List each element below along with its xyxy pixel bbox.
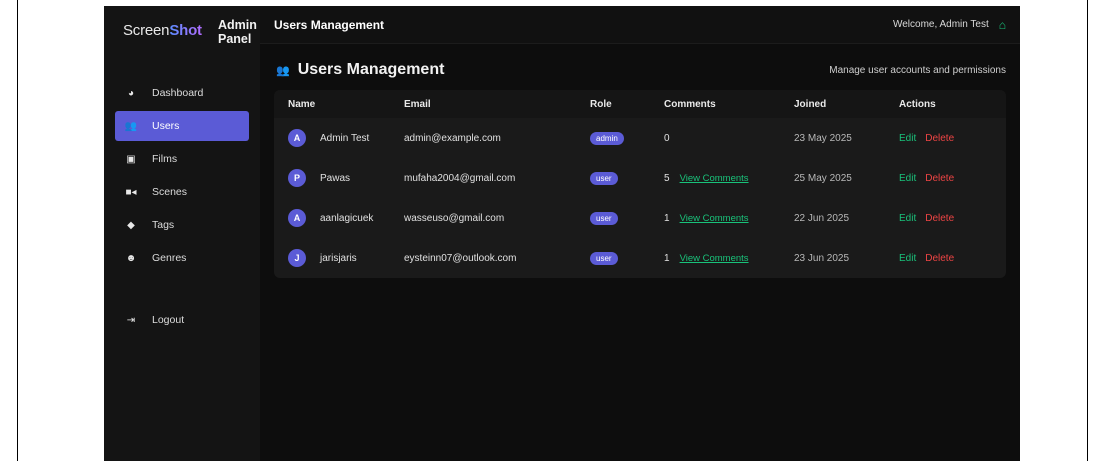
logout-icon: ⇥	[126, 314, 136, 326]
user-name: aanlagicuek	[320, 212, 374, 224]
topbar: Users Management Welcome, Admin Test ⌂	[260, 6, 1020, 44]
sidebar-item-label: Films	[152, 153, 178, 165]
panel-title: Admin Panel	[218, 18, 257, 46]
sidebar-item-label: Dashboard	[152, 87, 204, 99]
table-row: P Pawas mufaha2004@gmail.com user 5 View C…	[274, 158, 1006, 198]
column-header-comments: Comments	[664, 90, 794, 118]
user-name: Pawas	[320, 172, 351, 184]
delete-button[interactable]: Delete	[925, 213, 954, 224]
joined-date: 23 Jun 2025	[794, 252, 850, 264]
video-icon: ■◂	[125, 186, 137, 198]
logout-label: Logout	[152, 314, 185, 326]
view-comments-link[interactable]: View Comments	[680, 213, 749, 224]
delete-button[interactable]: Delete	[925, 253, 954, 264]
user-name: Admin Test	[320, 132, 370, 144]
user-cell: Jjarisjaris	[288, 249, 404, 267]
welcome-text: Welcome, Admin Test	[892, 19, 989, 30]
sidebar-nav: ◕ Dashboard 👥 Users ▣ Films ■◂ Scenes ◆ …	[104, 78, 260, 276]
user-email: mufaha2004@gmail.com	[404, 172, 516, 184]
logo[interactable]: ScreenShot	[123, 22, 202, 39]
page-subtitle: Manage user accounts and permissions	[829, 64, 1006, 76]
sidebar-item-tags[interactable]: ◆ Tags	[115, 210, 249, 240]
joined-date: 25 May 2025	[794, 172, 852, 184]
view-comments-link[interactable]: View Comments	[680, 253, 749, 264]
main-area: Users Management Welcome, Admin Test ⌂ 👥…	[260, 6, 1020, 461]
users-table: Name Email Role Comments Joined Actions …	[274, 90, 1006, 278]
comment-count: 5	[664, 172, 670, 184]
delete-button[interactable]: Delete	[925, 133, 954, 144]
users-table-card: Name Email Role Comments Joined Actions …	[274, 90, 1006, 278]
logout-section: ⇥ Logout	[104, 305, 260, 338]
joined-date: 22 Jun 2025	[794, 212, 850, 224]
admin-app: ScreenShot Admin Panel ◕ Dashboard 👥 Use…	[104, 6, 1020, 461]
user-cell: A Admin Test	[288, 129, 404, 147]
home-icon[interactable]: ⌂	[999, 18, 1006, 32]
user-cell: Aaanlagicuek	[288, 209, 404, 227]
sidebar-item-label: Scenes	[152, 186, 188, 198]
avatar: A	[288, 209, 306, 227]
sidebar-item-dashboard[interactable]: ◕ Dashboard	[115, 78, 249, 108]
welcome-area: Welcome, Admin Test ⌂	[893, 18, 1006, 32]
film-icon: ▣	[126, 153, 136, 165]
comment-count: 1	[664, 212, 670, 224]
edit-button[interactable]: Edit	[899, 133, 916, 144]
column-header-role: Role	[590, 90, 664, 118]
edit-button[interactable]: Edit	[899, 213, 916, 224]
user-cell: P Pawas	[288, 169, 404, 187]
sidebar: ScreenShot Admin Panel ◕ Dashboard 👥 Use…	[104, 6, 260, 461]
column-header-joined: Joined	[794, 90, 899, 118]
joined-date: 23 May 2025	[794, 132, 852, 144]
avatar: A	[288, 129, 306, 147]
sidebar-item-films[interactable]: ▣ Films	[115, 144, 249, 174]
user-email: admin@example.com	[404, 132, 501, 144]
table-row: Jjarisjaris eysteinn07@outlook.com user …	[274, 238, 1006, 278]
delete-button[interactable]: Delete	[925, 173, 954, 184]
users-icon: 👥	[124, 120, 138, 132]
user-name: jarisjaris	[320, 252, 357, 264]
edit-button[interactable]: Edit	[899, 173, 916, 184]
view-comments-link[interactable]: View Comments	[680, 173, 749, 184]
page-heading-group: 👥 Users Management	[276, 61, 444, 79]
sidebar-item-genres[interactable]: ☻ Genres	[115, 243, 249, 273]
tag-icon: ◆	[127, 219, 135, 231]
user-email: eysteinn07@outlook.com	[404, 252, 517, 264]
logo-suffix: Shot	[169, 21, 202, 39]
panel-title-line2: Panel	[218, 32, 252, 46]
sidebar-item-users[interactable]: 👥 Users	[115, 111, 249, 141]
comment-count: 0	[664, 132, 670, 144]
table-header-row: Name Email Role Comments Joined Actions	[274, 90, 1006, 118]
column-header-actions: Actions	[899, 90, 1006, 118]
edit-button[interactable]: Edit	[899, 253, 916, 264]
role-badge: user	[590, 171, 618, 185]
topbar-title: Users Management	[274, 17, 385, 32]
column-header-name: Name	[274, 90, 404, 118]
role-badge: user	[590, 211, 618, 225]
comment-count: 1	[664, 252, 670, 264]
logo-prefix: Screen	[123, 21, 170, 39]
avatar: P	[288, 169, 306, 187]
users-icon: 👥	[276, 64, 290, 77]
column-header-email: Email	[404, 90, 590, 118]
user-email: wasseuso@gmail.com	[404, 212, 505, 224]
panel-title-line1: Admin	[218, 18, 257, 32]
role-badge: admin	[590, 131, 624, 145]
table-row: Aaanlagicuek wasseuso@gmail.com user 1 Vi…	[274, 198, 1006, 238]
masks-icon: ☻	[125, 252, 137, 264]
table-row: A Admin Test admin@example.com admin 0 23…	[274, 118, 1006, 158]
logout-button[interactable]: ⇥ Logout	[115, 305, 249, 335]
page-title: Users Management	[297, 61, 445, 78]
sidebar-item-label: Genres	[152, 252, 187, 264]
page-header: 👥 Users Management Manage user accounts …	[276, 58, 1006, 82]
sidebar-item-scenes[interactable]: ■◂ Scenes	[115, 177, 249, 207]
sidebar-item-label: Users	[152, 120, 180, 132]
avatar: J	[288, 249, 306, 267]
users-content: 👥 Users Management Manage user accounts …	[260, 44, 1020, 278]
sidebar-item-label: Tags	[152, 219, 175, 231]
gauge-icon: ◕	[127, 87, 135, 99]
role-badge: user	[590, 251, 618, 265]
